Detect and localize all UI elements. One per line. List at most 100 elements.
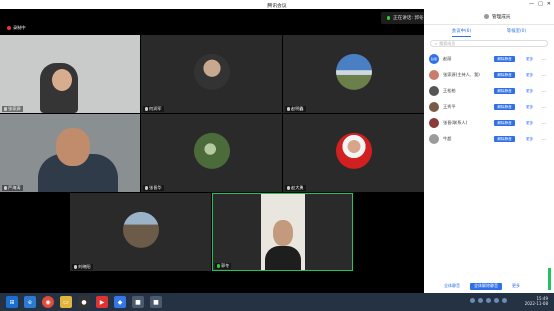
recording-indicator[interactable]: 录制中 (4, 24, 29, 32)
member-row[interactable]: 张家源(主持人、我) 解除静音 更多 ··· (424, 67, 554, 83)
participant-name-tag: 张家源 (2, 106, 23, 112)
more-button[interactable]: 更多 (526, 105, 533, 110)
member-row[interactable]: 牛超 解除静音 更多 ··· (424, 131, 554, 147)
speaking-label: 正在讲话: 郭冬 (393, 16, 424, 21)
microphone-icon (74, 265, 77, 269)
participant-name-tag: 何润军 (143, 106, 164, 112)
participant-name-tag: 郭冬 (215, 263, 232, 269)
participant-name-tag: 刘晓阳 (72, 264, 93, 270)
system-clock[interactable]: 15:49 2022-11-08 (525, 296, 548, 306)
microphone-icon (387, 16, 390, 20)
unmute-button[interactable]: 解除静音 (494, 72, 515, 78)
os-taskbar: ⊞ e ◉ ▭ ● ▶ ◆ ■ ■ 15:49 2022-11-08 (0, 293, 554, 311)
window-titlebar: 腾讯会议 — □ ✕ (0, 0, 554, 9)
qq-icon[interactable]: ● (78, 296, 90, 308)
participant-face (52, 69, 72, 91)
tab-waiting-room[interactable]: 等候室(0) (507, 28, 526, 37)
member-avatar: 赵丽 (429, 54, 439, 64)
record-dot-icon (7, 26, 11, 30)
meeting-app-icon[interactable]: ◆ (114, 296, 126, 308)
member-avatar (429, 134, 439, 144)
microphone-icon (4, 107, 7, 111)
tray-icon[interactable] (502, 298, 507, 303)
microphone-icon (145, 186, 148, 190)
minimize-button[interactable]: — (529, 1, 534, 7)
close-button[interactable]: ✕ (547, 1, 551, 7)
app-icon[interactable]: ■ (132, 296, 144, 308)
unmute-button[interactable]: 解除静音 (494, 104, 515, 110)
unmute-button[interactable]: 解除静音 (494, 136, 515, 142)
participant-name-tag: 严海涛 (2, 185, 23, 191)
more-button[interactable]: 更多 (526, 73, 533, 78)
media-icon[interactable]: ▶ (96, 296, 108, 308)
panel-tabs: 会议中(6) 等候室(0) (424, 25, 554, 37)
ellipsis-icon[interactable]: ··· (542, 105, 546, 110)
scroll-indicator[interactable] (548, 268, 551, 290)
more-button[interactable]: 更多 (526, 89, 533, 94)
members-icon (484, 14, 489, 19)
panel-footer: 全体静音 全体解除静音 更多 (424, 279, 554, 293)
member-avatar (429, 118, 439, 128)
panel-title: 管理成员 (492, 14, 511, 20)
participant-avatar (122, 211, 159, 248)
unmute-button[interactable]: 解除静音 (494, 120, 515, 126)
browser-icon[interactable]: e (24, 296, 36, 308)
search-placeholder: 搜索成员 (439, 40, 456, 46)
tray-icon[interactable] (470, 298, 475, 303)
video-tile-7[interactable]: 刘晓阳 (70, 193, 211, 271)
ellipsis-icon[interactable]: ··· (542, 73, 546, 78)
member-avatar (429, 70, 439, 80)
video-tile-2[interactable]: 何润军 (141, 35, 282, 113)
footer-more-button[interactable]: 更多 (508, 283, 524, 290)
microphone-icon (287, 107, 290, 111)
video-tile-4[interactable]: 严海涛 (0, 114, 140, 192)
app-icon[interactable]: ■ (150, 296, 162, 308)
start-icon[interactable]: ⊞ (6, 296, 18, 308)
tray-icon[interactable] (486, 298, 491, 303)
microphone-icon (217, 264, 220, 268)
member-row[interactable]: 赵丽 赵丽 解除静音 更多 ··· (424, 51, 554, 67)
more-button[interactable]: 更多 (526, 57, 533, 62)
more-button[interactable]: 更多 (526, 137, 533, 142)
ellipsis-icon[interactable]: ··· (542, 89, 546, 94)
more-button[interactable]: 更多 (526, 121, 533, 126)
microphone-icon (287, 186, 290, 190)
chrome-icon[interactable]: ◉ (42, 296, 54, 308)
video-tile-6[interactable]: 赵大勇 (283, 114, 424, 192)
member-row[interactable]: 张晋(联系人) 解除静音 更多 ··· (424, 115, 554, 131)
unmute-button[interactable]: 解除静音 (494, 88, 515, 94)
mute-all-button[interactable]: 全体静音 (440, 283, 464, 290)
participant-name-tag: 张晋华 (143, 185, 164, 191)
system-tray (470, 298, 507, 303)
member-management-panel: 管理成员 会议中(6) 等候室(0) ⌕ 搜索成员 赵丽 赵丽 解除静音 更多 … (424, 9, 554, 293)
ellipsis-icon[interactable]: ··· (542, 57, 546, 62)
ellipsis-icon[interactable]: ··· (542, 137, 546, 142)
member-row[interactable]: 王松柏 解除静音 更多 ··· (424, 83, 554, 99)
ellipsis-icon[interactable]: ··· (542, 121, 546, 126)
microphone-icon (4, 186, 7, 190)
window-controls: — □ ✕ (529, 1, 551, 7)
video-tile-5[interactable]: 张晋华 (141, 114, 282, 192)
window-title: 腾讯会议 (267, 3, 287, 9)
member-row[interactable]: 王秀平 解除静音 更多 ··· (424, 99, 554, 115)
maximize-button[interactable]: □ (538, 1, 543, 7)
video-tile-8[interactable]: 郭冬 (212, 193, 353, 271)
member-avatar (429, 86, 439, 96)
recording-label: 录制中 (13, 25, 26, 30)
tab-in-meeting[interactable]: 会议中(6) (451, 28, 472, 37)
member-avatar (429, 102, 439, 112)
participant-avatar (193, 53, 230, 90)
unmute-all-button[interactable]: 全体解除静音 (470, 282, 502, 290)
participant-avatar (335, 132, 372, 169)
participant-avatar (335, 53, 372, 90)
unmute-button[interactable]: 解除静音 (494, 56, 515, 62)
video-tile-3[interactable]: 赵明鑫 (283, 35, 424, 113)
video-tile-1[interactable]: 张家源 (0, 35, 140, 113)
tray-icon[interactable] (494, 298, 499, 303)
participant-face (56, 128, 90, 166)
tray-icon[interactable] (478, 298, 483, 303)
search-icon: ⌕ (435, 41, 438, 46)
member-search-input[interactable]: ⌕ 搜索成员 (430, 40, 548, 47)
clock-date: 2022-11-08 (524, 301, 548, 306)
folder-icon[interactable]: ▭ (60, 296, 72, 308)
